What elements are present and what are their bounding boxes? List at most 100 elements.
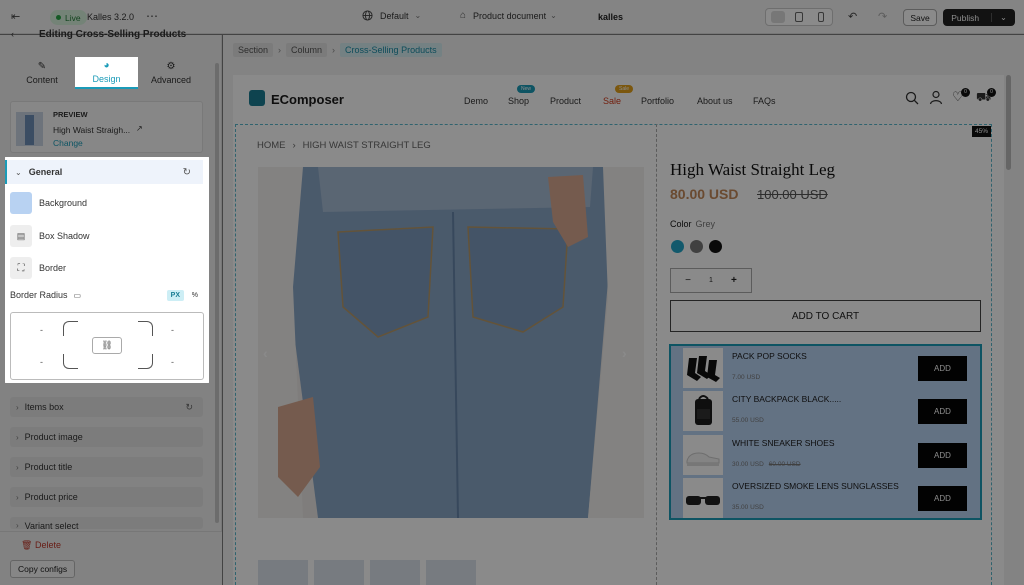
panel-footer: 🗑 Delete Copy configs bbox=[0, 531, 222, 585]
breadcrumb-current[interactable]: Cross-Selling Products bbox=[340, 43, 442, 57]
box-shadow-setting[interactable]: ▤ Box Shadow bbox=[10, 225, 90, 247]
jeans-photo bbox=[258, 167, 644, 518]
redo-icon[interactable]: ↷ bbox=[878, 10, 887, 23]
thumbnail-4[interactable] bbox=[426, 560, 476, 585]
sneaker-image[interactable] bbox=[683, 435, 723, 475]
nav-shop[interactable]: Shop New bbox=[508, 85, 536, 106]
next-image-arrow[interactable]: › bbox=[622, 345, 627, 361]
search-icon[interactable] bbox=[905, 91, 919, 105]
radius-bottom-left-input[interactable]: - bbox=[40, 357, 43, 367]
thumbnail-3[interactable] bbox=[370, 560, 420, 585]
item-name[interactable]: PACK POP SOCKS bbox=[732, 351, 807, 361]
copy-configs-button[interactable]: Copy configs bbox=[10, 560, 76, 578]
delete-button[interactable]: 🗑 Delete bbox=[21, 540, 61, 551]
add-item-button[interactable]: ADD bbox=[918, 356, 967, 381]
panel-scrollbar[interactable] bbox=[215, 63, 219, 523]
nav-sale[interactable]: Sale Sale bbox=[603, 85, 634, 106]
chevron-right-icon: › bbox=[16, 492, 19, 502]
breadcrumb-home[interactable]: HOME bbox=[257, 140, 286, 151]
live-dot-icon bbox=[56, 15, 61, 20]
item-name[interactable]: CITY BACKPACK BLACK..... bbox=[732, 394, 841, 404]
unit-percent-toggle[interactable]: % bbox=[192, 292, 198, 299]
chevron-right-icon: › bbox=[278, 45, 282, 55]
breadcrumb-column[interactable]: Column bbox=[286, 43, 328, 57]
prev-image-arrow[interactable]: ‹ bbox=[263, 345, 268, 361]
tablet-icon[interactable] bbox=[795, 12, 803, 22]
discount-badge: 45% bbox=[972, 126, 992, 137]
nav-product[interactable]: Product bbox=[550, 96, 581, 106]
save-button[interactable]: Save bbox=[903, 9, 937, 26]
link-corners-icon[interactable]: ⛓ bbox=[92, 337, 122, 354]
thumbnail-1[interactable] bbox=[258, 560, 308, 585]
nav-portfolio[interactable]: Portfolio bbox=[641, 96, 674, 106]
tag-icon: ⌂ bbox=[460, 10, 467, 21]
nav-demo[interactable]: Demo bbox=[464, 96, 488, 106]
desktop-icon[interactable]: ▭ bbox=[74, 291, 82, 300]
device-selector[interactable]: Default ⌄ bbox=[362, 10, 421, 21]
radius-bottom-right-input[interactable]: - bbox=[171, 357, 174, 367]
border-icon: ⛶ bbox=[10, 257, 32, 279]
background-swatch[interactable] bbox=[10, 192, 32, 214]
color-swatch-grey[interactable] bbox=[690, 240, 703, 253]
mobile-icon[interactable] bbox=[818, 12, 824, 22]
back-icon[interactable]: ‹ bbox=[11, 29, 14, 39]
radius-top-left-input[interactable]: - bbox=[40, 325, 43, 335]
exit-icon[interactable]: ⇤ bbox=[11, 10, 20, 23]
background-setting[interactable]: Background bbox=[10, 192, 87, 214]
nav-about[interactable]: About us bbox=[697, 96, 733, 106]
chevron-right-icon: › bbox=[16, 402, 19, 412]
undo-icon[interactable]: ↶ bbox=[848, 10, 857, 23]
product-price: 80.00 USD bbox=[670, 186, 739, 202]
item-price: 35.00 USD bbox=[732, 504, 764, 511]
template-selector[interactable]: ⌂ Product document ⌄ bbox=[460, 10, 557, 21]
item-name[interactable]: WHITE SNEAKER SHOES bbox=[732, 438, 835, 448]
canvas-scrollbar[interactable] bbox=[1006, 75, 1011, 170]
section-variant-select[interactable]: › Variant select bbox=[10, 517, 203, 529]
add-to-cart-button[interactable]: ADD TO CART bbox=[670, 300, 981, 332]
section-product-title[interactable]: › Product title bbox=[10, 457, 203, 477]
corner-bottom-right-icon bbox=[138, 354, 153, 369]
more-icon[interactable]: ⋯ bbox=[146, 9, 158, 23]
general-header[interactable]: ⌄ General ↻ bbox=[5, 160, 203, 184]
nav-faqs[interactable]: FAQs bbox=[753, 96, 776, 106]
logo-icon bbox=[249, 90, 265, 106]
sunglasses-image[interactable] bbox=[683, 478, 723, 518]
thumbnail-2[interactable] bbox=[314, 560, 364, 585]
tab-content[interactable]: ✎ Content bbox=[12, 57, 72, 89]
qty-input[interactable]: 1 bbox=[705, 277, 717, 284]
desktop-icon[interactable] bbox=[771, 11, 785, 23]
breadcrumb-section[interactable]: Section bbox=[233, 43, 274, 57]
reset-icon[interactable]: ↻ bbox=[185, 402, 193, 413]
tab-design[interactable]: ◕ Design bbox=[75, 57, 138, 89]
item-price: 7.00 USD bbox=[732, 374, 761, 381]
publish-button[interactable]: Publish ⌄ bbox=[943, 9, 1015, 26]
product-preview-card: PREVIEW High Waist Straigh... ↗ Change bbox=[10, 101, 203, 153]
tab-advanced[interactable]: ⚙ Advanced bbox=[140, 57, 202, 89]
qty-minus-button[interactable]: − bbox=[671, 275, 705, 286]
border-setting[interactable]: ⛶ Border bbox=[10, 257, 66, 279]
unit-px-toggle[interactable]: PX bbox=[166, 289, 184, 301]
radius-top-right-input[interactable]: - bbox=[171, 325, 174, 335]
item-price: 55.00 USD bbox=[732, 417, 764, 424]
section-product-price[interactable]: › Product price bbox=[10, 487, 203, 507]
reset-icon[interactable]: ↻ bbox=[183, 167, 191, 178]
change-product-link[interactable]: Change bbox=[53, 138, 83, 148]
color-swatch-black[interactable] bbox=[709, 240, 722, 253]
section-items-box[interactable]: › Items box ↻ bbox=[10, 397, 203, 417]
item-name[interactable]: OVERSIZED SMOKE LENS SUNGLASSES bbox=[732, 481, 899, 491]
item-price: 30.00 USD 60.00 USD bbox=[732, 461, 801, 468]
color-swatch-blue[interactable] bbox=[671, 240, 684, 253]
backpack-image[interactable] bbox=[683, 391, 723, 431]
live-status-badge: Live bbox=[50, 10, 87, 25]
socks-image[interactable] bbox=[683, 348, 723, 388]
add-item-button[interactable]: ADD bbox=[918, 443, 967, 468]
add-item-button[interactable]: ADD bbox=[918, 486, 967, 511]
external-link-icon[interactable]: ↗ bbox=[136, 124, 143, 133]
add-item-button[interactable]: ADD bbox=[918, 399, 967, 424]
section-product-image[interactable]: › Product image bbox=[10, 427, 203, 447]
user-icon[interactable] bbox=[929, 90, 943, 105]
palette-icon: ◕ bbox=[103, 60, 110, 71]
qty-plus-button[interactable]: + bbox=[717, 275, 751, 286]
chevron-down-icon[interactable]: ⌄ bbox=[991, 13, 1007, 22]
store-logo[interactable]: EComposer bbox=[271, 92, 344, 107]
